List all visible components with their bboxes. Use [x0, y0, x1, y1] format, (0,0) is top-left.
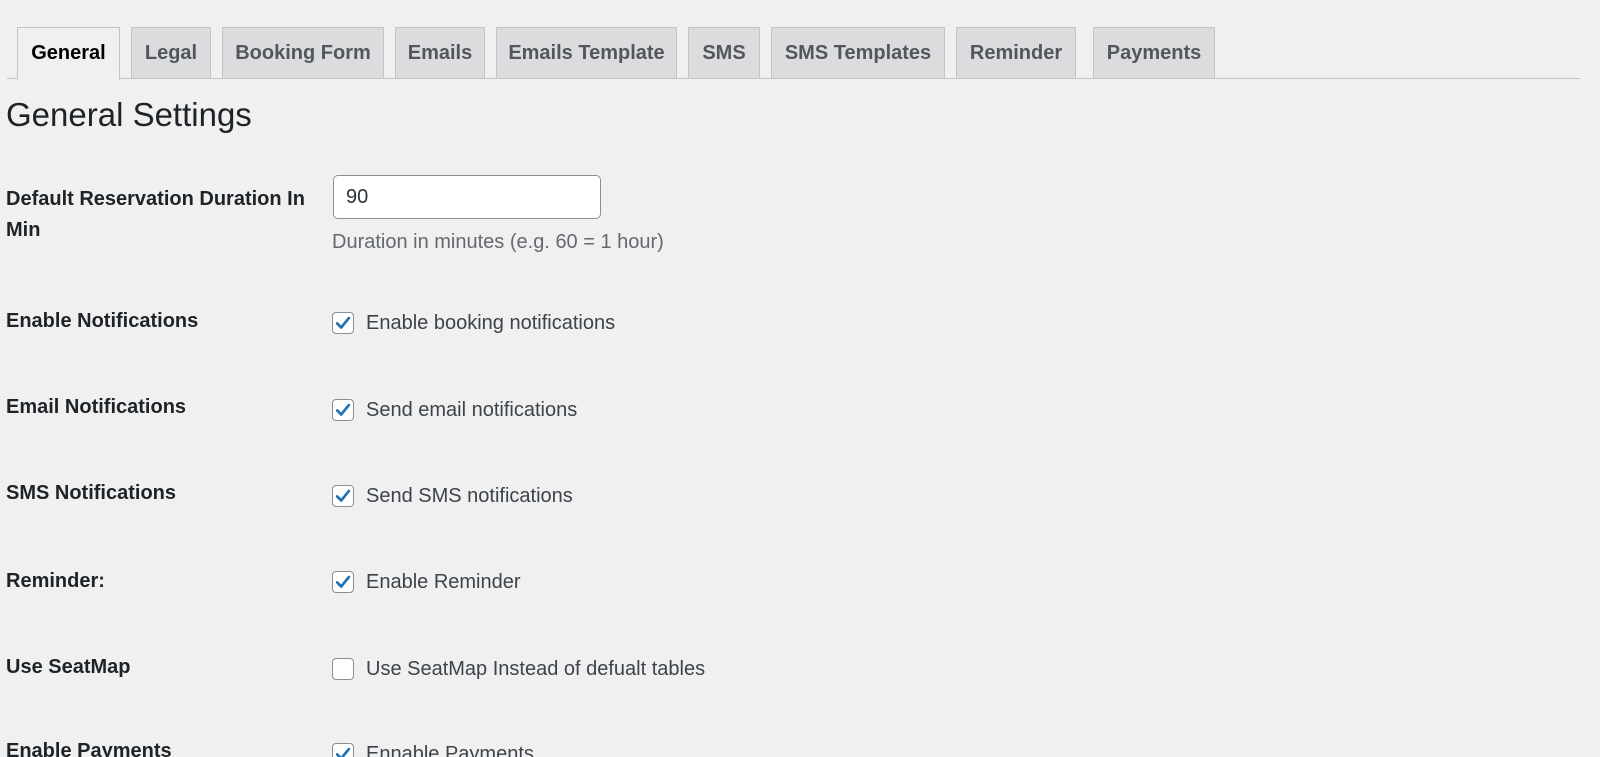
page-title: General Settings: [6, 96, 252, 133]
tab-emails[interactable]: Emails: [395, 27, 485, 78]
use-seatmap-checkbox[interactable]: [332, 658, 354, 680]
sms-notifications-option[interactable]: Send SMS notifications: [332, 482, 573, 510]
sms-notifications-checkbox[interactable]: [332, 485, 354, 507]
duration-label: Default Reservation Duration In Min: [6, 188, 305, 241]
reminder-option[interactable]: Enable Reminder: [332, 568, 521, 596]
checkmark-icon: [335, 575, 351, 588]
enable-payments-text: Ennable Payments: [366, 743, 534, 757]
sms-notifications-text: Send SMS notifications: [366, 485, 573, 507]
sms-notifications-label: SMS Notifications: [6, 482, 177, 504]
tab-general[interactable]: General: [17, 27, 120, 80]
use-seatmap-label: Use SeatMap: [6, 656, 131, 678]
reminder-text: Enable Reminder: [366, 571, 521, 593]
tab-legal[interactable]: Legal: [131, 27, 211, 78]
tab-sms-templates[interactable]: SMS Templates: [771, 27, 945, 78]
tab-emails-template[interactable]: Emails Template: [496, 27, 677, 78]
email-notifications-text: Send email notifications: [366, 399, 578, 421]
duration-input[interactable]: [333, 175, 601, 219]
enable-payments-label: Enable Payments: [6, 740, 172, 757]
duration-description: Duration in minutes (e.g. 60 = 1 hour): [332, 231, 664, 253]
email-notifications-option[interactable]: Send email notifications: [332, 396, 577, 424]
reminder-label: Reminder:: [6, 570, 105, 592]
settings-tabs: General Legal Booking Form Emails Emails…: [7, 27, 1580, 80]
reminder-checkbox[interactable]: [332, 571, 354, 593]
use-seatmap-option[interactable]: Use SeatMap Instead of defualt tables: [332, 655, 705, 683]
checkmark-icon: [335, 747, 351, 757]
enable-notifications-text: Enable booking notifications: [366, 312, 616, 334]
tab-booking-form[interactable]: Booking Form: [222, 27, 384, 78]
tab-payments[interactable]: Payments: [1093, 27, 1215, 78]
enable-payments-checkbox[interactable]: [332, 743, 354, 757]
settings-page: General Legal Booking Form Emails Emails…: [0, 0, 1600, 757]
checkmark-icon: [335, 403, 351, 416]
checkmark-icon: [335, 316, 351, 329]
enable-payments-option[interactable]: Ennable Payments: [332, 740, 534, 757]
email-notifications-checkbox[interactable]: [332, 399, 354, 421]
enable-notifications-checkbox[interactable]: [332, 312, 354, 334]
enable-notifications-option[interactable]: Enable booking notifications: [332, 309, 615, 337]
email-notifications-label: Email Notifications: [6, 396, 187, 418]
use-seatmap-text: Use SeatMap Instead of defualt tables: [366, 658, 706, 680]
checkmark-icon: [335, 489, 351, 502]
enable-notifications-label: Enable Notifications: [6, 310, 199, 332]
tab-reminder[interactable]: Reminder: [956, 27, 1076, 78]
tab-sms[interactable]: SMS: [688, 27, 760, 78]
